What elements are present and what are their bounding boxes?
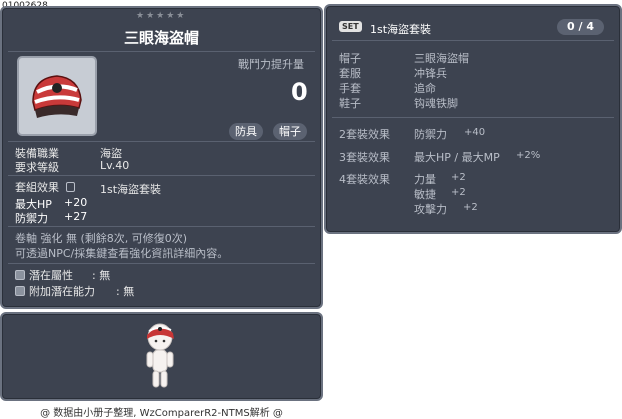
effect-stat-4a: 力量 [414,173,436,186]
set-title: 1st海盜套裝 [370,23,432,36]
bandana-hat-icon [32,75,82,118]
effect-stat-3: 最大HP / 最大MP [414,151,500,164]
set-effect-label-text: 套組效果 [15,181,59,194]
effect-value-4c: +2 [463,202,478,213]
potential-value: : 無 [92,269,111,282]
piece-slot-1: 帽子 [339,52,361,65]
effect-value-2: +40 [464,127,486,138]
footer-credit: @ 数据由小册子整理, WzComparerR2-NTMS解析 @ [40,408,283,419]
attack-increase-value: 0 [291,78,308,106]
set-name: 1st海盜套裝 [100,183,162,196]
stat-value-hp: +20 [64,196,88,209]
effect-stat-4b: 敏捷 [414,188,436,201]
tag-hat: 帽子 [273,123,307,140]
piece-name-4: 钩魂铁脚 [414,97,458,110]
bonus-potential-icon [15,286,25,296]
potential-icon [15,270,25,280]
set-count: 0 / 4 [557,19,604,35]
piece-name-2: 冲锋兵 [414,67,447,80]
piece-name-3: 追命 [414,82,436,95]
lock-icon [65,182,75,192]
effect-stat-2: 防禦力 [414,128,447,141]
set-badge: SET [339,21,362,32]
effect-value-4a: +2 [451,172,466,183]
enhance-line: 卷軸 強化 無 (剩餘8次, 可修復0次) [15,232,188,245]
item-title: 三眼海盗帽 [123,29,199,47]
piece-name-1: 三眼海盜帽 [414,52,469,65]
set-tooltip-panel: SET 1st海盜套裝 0 / 4 帽子 三眼海盜帽 套服 冲锋兵 手套 追命 … [324,4,622,234]
bonus-potential-row: 附加潛在能力 [15,283,95,299]
effect-label-2: 2套裝效果 [339,128,390,141]
character-preview-panel [0,312,323,401]
item-icon-frame [17,56,97,136]
bonus-potential-value: : 無 [116,285,135,298]
level-label: 要求等級 [15,161,59,174]
set-effect-label: 套組效果 [15,179,75,195]
npc-line: 可透過NPC/採集鍵查看強化資訊詳細內容。 [15,247,229,260]
potential-row: 潛在屬性 [15,267,73,283]
piece-slot-4: 鞋子 [339,97,361,110]
piece-slot-2: 套服 [339,67,361,80]
effect-value-3: +2% [516,150,541,161]
effect-value-4b: +2 [451,187,466,198]
tag-armor: 防具 [229,123,263,140]
effect-stat-4c: 攻擊力 [414,203,447,216]
bonus-potential-label: 附加潛在能力 [29,285,95,298]
star-rating: ★★★★★ [136,11,187,21]
level-value: Lv.40 [100,159,130,172]
effect-label-3: 3套裝效果 [339,151,390,164]
item-tooltip-panel: ★★★★★ 三眼海盗帽 戰鬥力提升量 0 防具 帽子 裝備職業 海盜 要求等級 … [0,6,323,309]
stat-value-def: +27 [64,210,88,223]
effect-label-4: 4套裝效果 [339,173,390,186]
piece-slot-3: 手套 [339,82,361,95]
stat-label-def: 防禦力 [15,212,48,225]
attack-increase-label: 戰鬥力提升量 [238,58,304,71]
character-avatar [146,323,174,388]
potential-label: 潛在屬性 [29,269,73,282]
